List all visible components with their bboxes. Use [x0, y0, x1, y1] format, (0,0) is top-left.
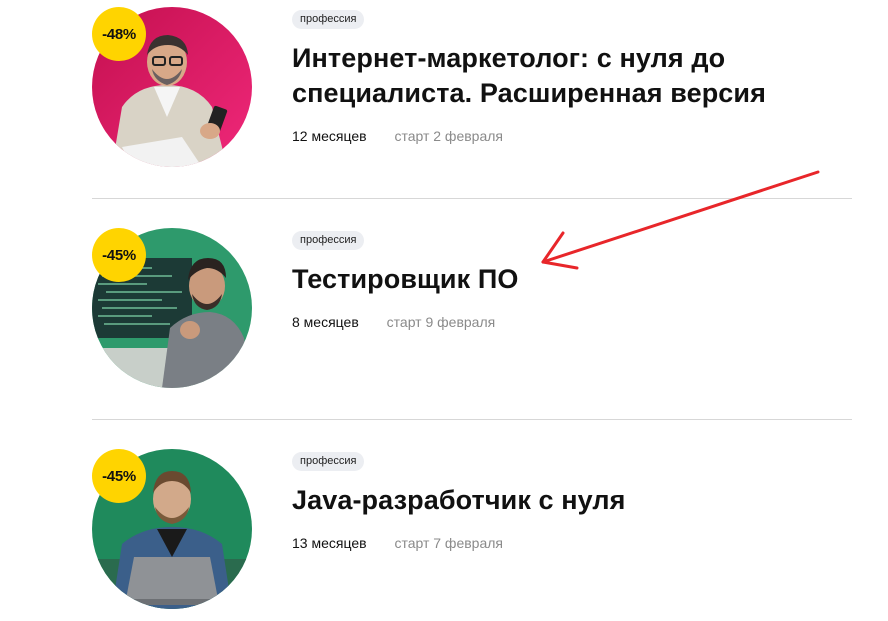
discount-badge: -45%	[92, 449, 146, 503]
course-info: профессия Интернет-маркетолог: с нуля до…	[292, 9, 852, 145]
divider	[92, 198, 852, 199]
course-list-page: -48% профессия Интернет-маркетолог: с ну…	[0, 0, 888, 621]
course-duration: 13 месяцев	[292, 535, 367, 551]
course-duration: 12 месяцев	[292, 128, 367, 144]
course-start-date: старт 7 февраля	[394, 535, 503, 551]
course-title[interactable]: Тестировщик ПО	[292, 262, 852, 297]
course-duration: 8 месяцев	[292, 314, 359, 330]
course-type-tag: профессия	[292, 231, 365, 250]
course-start-date: старт 2 февраля	[394, 128, 503, 144]
course-title[interactable]: Java-разработчик с нуля	[292, 483, 852, 518]
course-title[interactable]: Интернет-маркетолог: с нуля до специалис…	[292, 41, 852, 111]
course-meta: 13 месяцев старт 7 февраля	[292, 534, 852, 552]
course-type-tag: профессия	[292, 452, 365, 471]
course-meta: 12 месяцев старт 2 февраля	[292, 127, 852, 145]
course-meta: 8 месяцев старт 9 февраля	[292, 313, 852, 331]
course-card-qa-tester[interactable]: -45% профессия Тестировщик ПО 8 месяцев …	[92, 228, 852, 428]
course-type-tag: профессия	[292, 10, 365, 29]
discount-badge: -45%	[92, 228, 146, 282]
course-card-java-developer[interactable]: -45% профессия Java-разработчик с нуля 1…	[92, 449, 852, 621]
course-info: профессия Java-разработчик с нуля 13 мес…	[292, 451, 852, 552]
course-info: профессия Тестировщик ПО 8 месяцев старт…	[292, 230, 852, 331]
course-card-internet-marketer[interactable]: -48% профессия Интернет-маркетолог: с ну…	[92, 7, 852, 207]
course-start-date: старт 9 февраля	[386, 314, 496, 330]
divider	[92, 419, 852, 420]
discount-badge: -48%	[92, 7, 146, 61]
